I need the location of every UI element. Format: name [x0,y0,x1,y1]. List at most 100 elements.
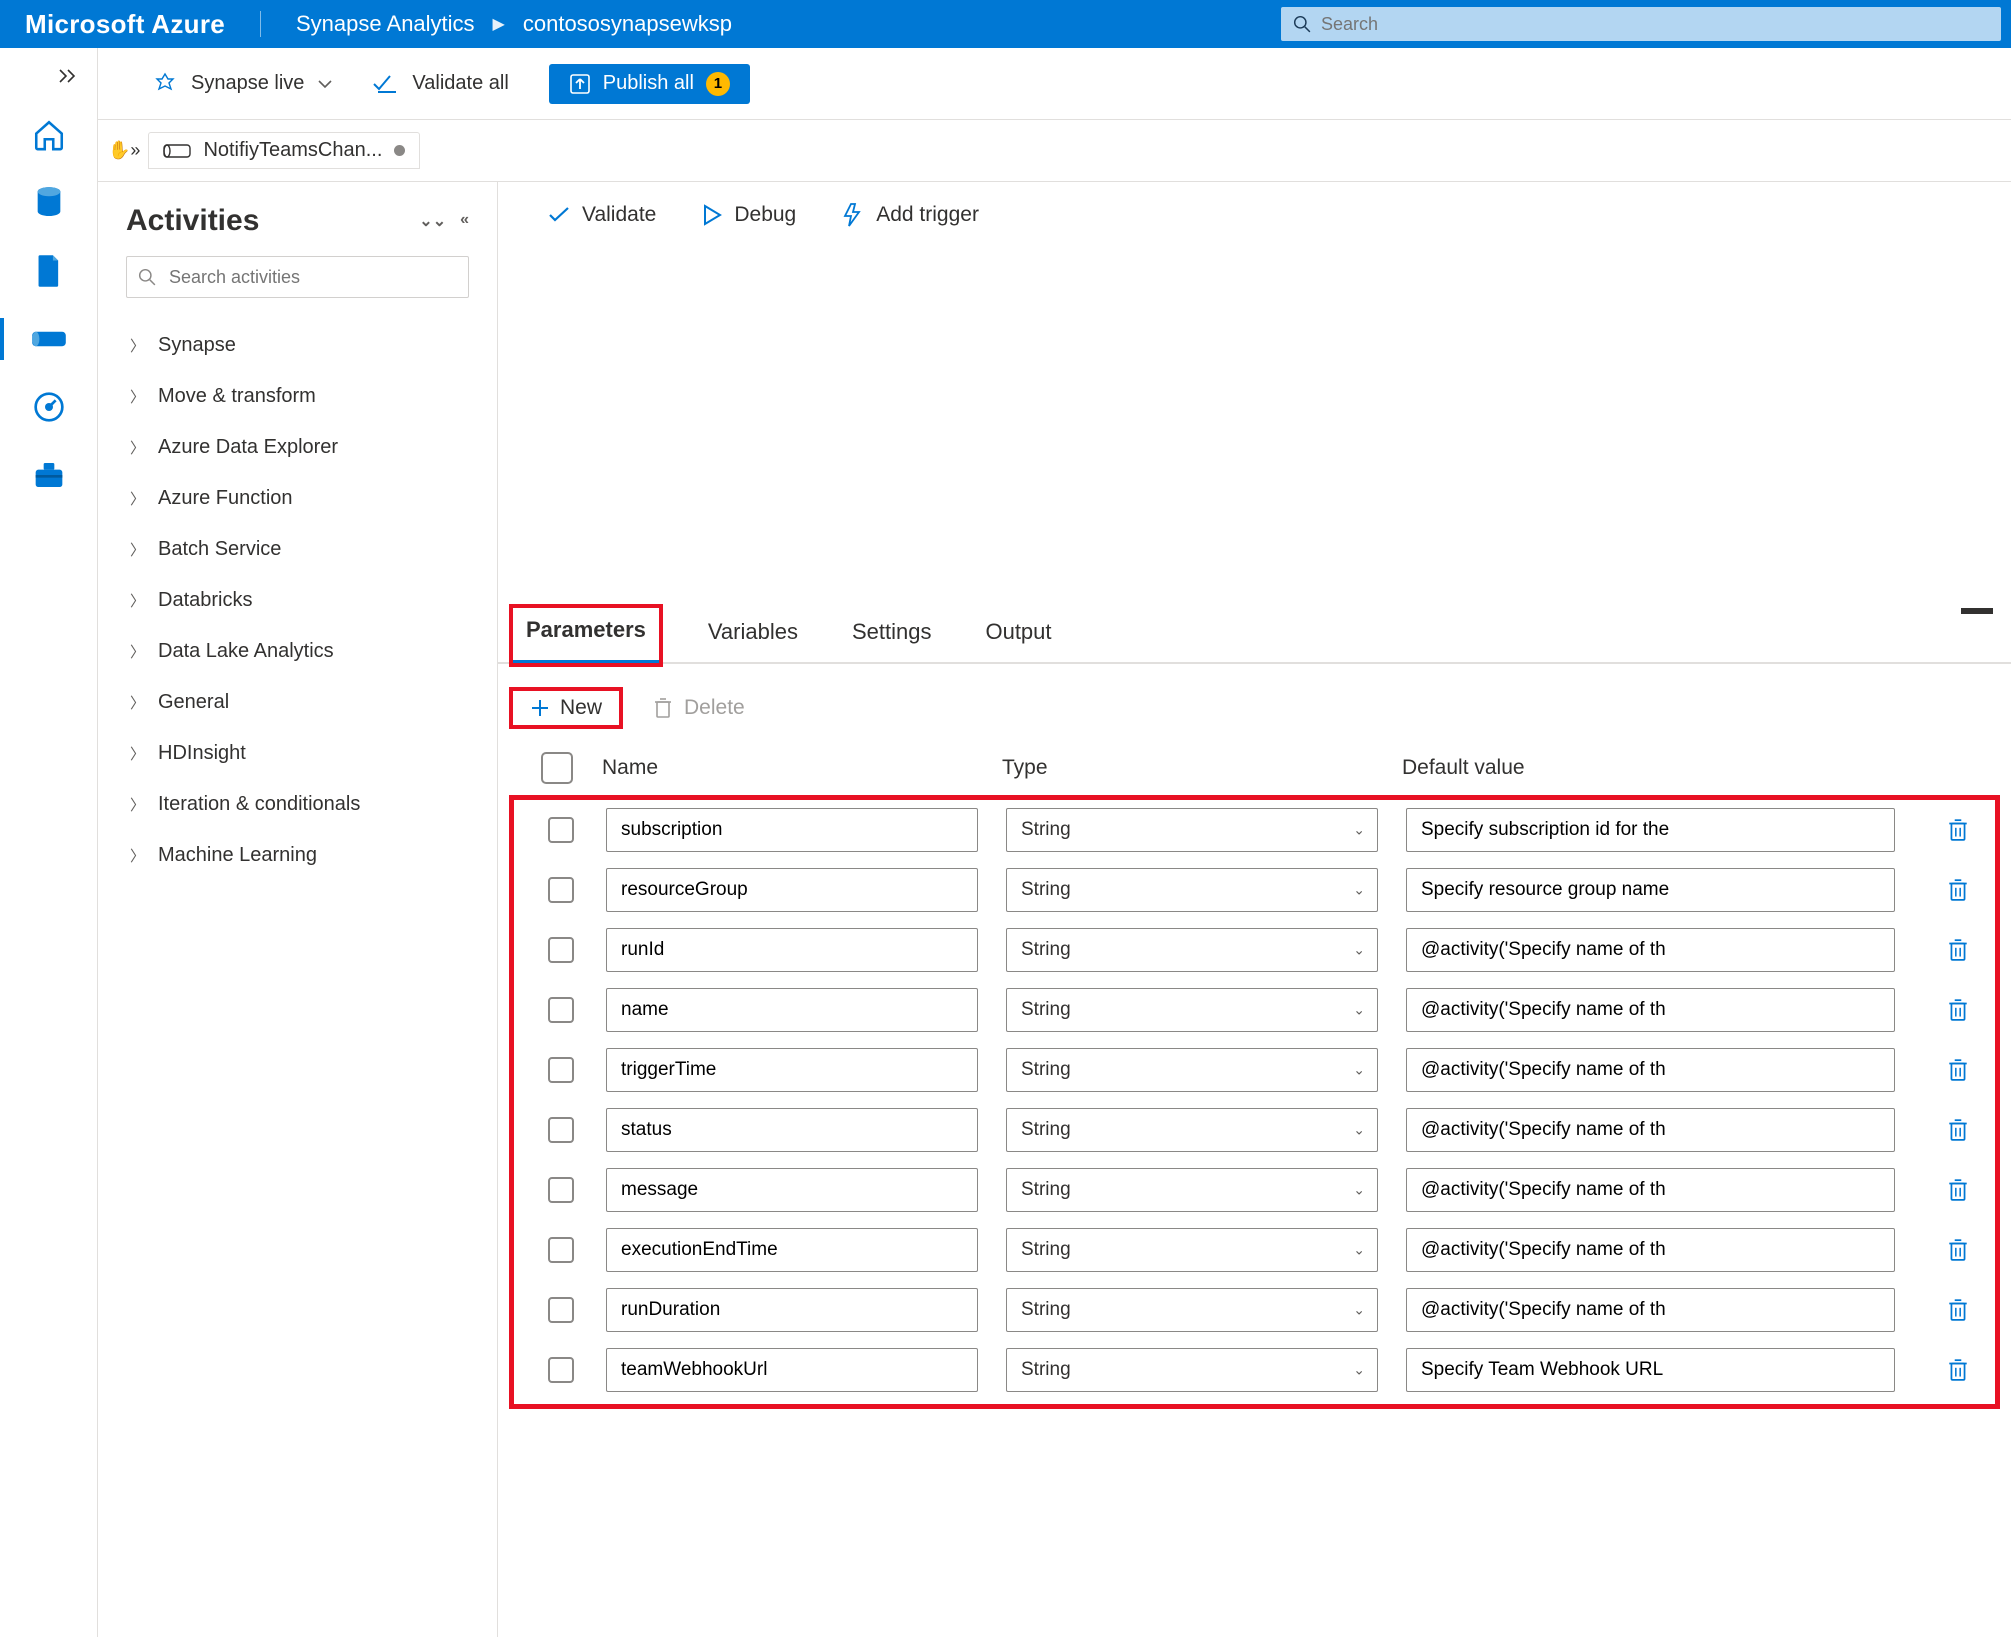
param-type-select[interactable]: String⌄ [1006,1108,1378,1152]
param-type-select[interactable]: String⌄ [1006,1288,1378,1332]
activity-group[interactable]: 〉Data Lake Analytics [126,626,469,677]
param-name-input[interactable] [606,868,978,912]
param-name-input[interactable] [606,1228,978,1272]
param-default-input[interactable] [1406,808,1895,852]
synapse-live-dropdown[interactable]: Synapse live [153,72,332,96]
activity-group[interactable]: 〉Azure Data Explorer [126,422,469,473]
row-delete-button[interactable] [1923,1118,1993,1142]
activity-group[interactable]: 〉Iteration & conditionals [126,779,469,830]
row-checkbox[interactable] [548,817,574,843]
row-checkbox[interactable] [548,1057,574,1083]
chevron-right-icon: 〉 [130,335,144,356]
rail-item-manage[interactable] [0,446,98,504]
row-checkbox[interactable] [548,1117,574,1143]
validate-button[interactable]: Validate [548,203,656,227]
activity-group[interactable]: 〉Move & transform [126,371,469,422]
left-rail [0,48,98,1637]
rail-item-develop[interactable] [0,242,98,300]
debug-button[interactable]: Debug [702,203,796,227]
param-default-input[interactable] [1406,1228,1895,1272]
global-search-input[interactable] [1281,7,2001,41]
activity-group[interactable]: 〉Batch Service [126,524,469,575]
row-delete-button[interactable] [1923,1058,1993,1082]
activity-group[interactable]: 〉Synapse [126,320,469,371]
row-checkbox[interactable] [548,997,574,1023]
pipeline-canvas[interactable] [498,248,2011,608]
row-delete-button[interactable] [1923,938,1993,962]
param-name-input[interactable] [606,928,978,972]
row-delete-button[interactable] [1923,1358,1993,1382]
add-trigger-button[interactable]: Add trigger [842,203,979,227]
publish-icon [569,73,591,95]
main-area: Synapse live Validate all Publish all 1 … [98,48,2011,1637]
row-checkbox[interactable] [548,877,574,903]
param-type-select[interactable]: String⌄ [1006,988,1378,1032]
activity-group[interactable]: 〉Databricks [126,575,469,626]
activities-collapse-icon[interactable]: « [460,211,469,231]
row-delete-button[interactable] [1923,1238,1993,1262]
param-type-select[interactable]: String⌄ [1006,1048,1378,1092]
param-name-input[interactable] [606,1168,978,1212]
pipeline-tab[interactable]: NotifiyTeamsChan... [148,132,420,169]
rail-expand-button[interactable] [0,56,97,96]
param-name-input[interactable] [606,1348,978,1392]
param-type-select[interactable]: String⌄ [1006,928,1378,972]
pipeline-tab-label: NotifiyTeamsChan... [203,139,382,162]
param-name-input[interactable] [606,988,978,1032]
row-checkbox[interactable] [548,937,574,963]
param-default-input[interactable] [1406,1168,1895,1212]
validate-all-button[interactable]: Validate all [372,72,508,95]
tab-output[interactable]: Output [979,609,1057,662]
panel-resize-handle[interactable] [1961,608,1993,614]
publish-all-button[interactable]: Publish all 1 [549,64,750,104]
activity-group-label: Move & transform [158,385,316,408]
breadcrumb-workspace[interactable]: contososynapsewksp [523,11,732,37]
param-type-select[interactable]: String⌄ [1006,808,1378,852]
param-name-input[interactable] [606,1048,978,1092]
activity-group[interactable]: 〉Azure Function [126,473,469,524]
activity-group[interactable]: 〉Machine Learning [126,830,469,881]
activity-group[interactable]: 〉General [126,677,469,728]
param-type-value: String [1021,1239,1071,1261]
param-type-select[interactable]: String⌄ [1006,1168,1378,1212]
rail-item-home[interactable] [0,106,98,164]
param-name-input[interactable] [606,1108,978,1152]
rail-item-data[interactable] [0,174,98,232]
param-default-input[interactable] [1406,1288,1895,1332]
azure-brand[interactable]: Microsoft Azure [25,9,225,40]
row-delete-button[interactable] [1923,1178,1993,1202]
select-all-checkbox[interactable] [541,752,573,784]
activity-group[interactable]: 〉HDInsight [126,728,469,779]
param-default-input[interactable] [1406,988,1895,1032]
param-default-input[interactable] [1406,1048,1895,1092]
row-checkbox[interactable] [548,1177,574,1203]
row-delete-button[interactable] [1923,878,1993,902]
parameters-table: Name Type Default value String⌄String⌄St… [498,752,2011,1426]
param-type-select[interactable]: String⌄ [1006,1348,1378,1392]
param-type-select[interactable]: String⌄ [1006,868,1378,912]
param-name-input[interactable] [606,808,978,852]
row-delete-button[interactable] [1923,998,1993,1022]
row-delete-button[interactable] [1923,818,1993,842]
param-name-input[interactable] [606,1288,978,1332]
row-delete-button[interactable] [1923,1298,1993,1322]
rail-item-monitor[interactable] [0,378,98,436]
new-parameter-button[interactable]: New [512,690,620,726]
rail-item-integrate[interactable] [0,310,98,368]
param-default-input[interactable] [1406,868,1895,912]
param-default-input[interactable] [1406,1108,1895,1152]
param-type-value: String [1021,1179,1071,1201]
activities-search-input[interactable] [126,256,469,298]
param-type-select[interactable]: String⌄ [1006,1228,1378,1272]
param-type-value: String [1021,999,1071,1021]
tab-variables[interactable]: Variables [702,609,804,662]
breadcrumb-service[interactable]: Synapse Analytics [296,11,475,37]
tab-parameters[interactable]: Parameters [512,607,660,664]
row-checkbox[interactable] [548,1357,574,1383]
row-checkbox[interactable] [548,1237,574,1263]
row-checkbox[interactable] [548,1297,574,1323]
tab-settings[interactable]: Settings [846,609,938,662]
activities-expand-all-icon[interactable]: ⌄⌄ [419,211,446,231]
param-default-input[interactable] [1406,1348,1895,1392]
param-default-input[interactable] [1406,928,1895,972]
